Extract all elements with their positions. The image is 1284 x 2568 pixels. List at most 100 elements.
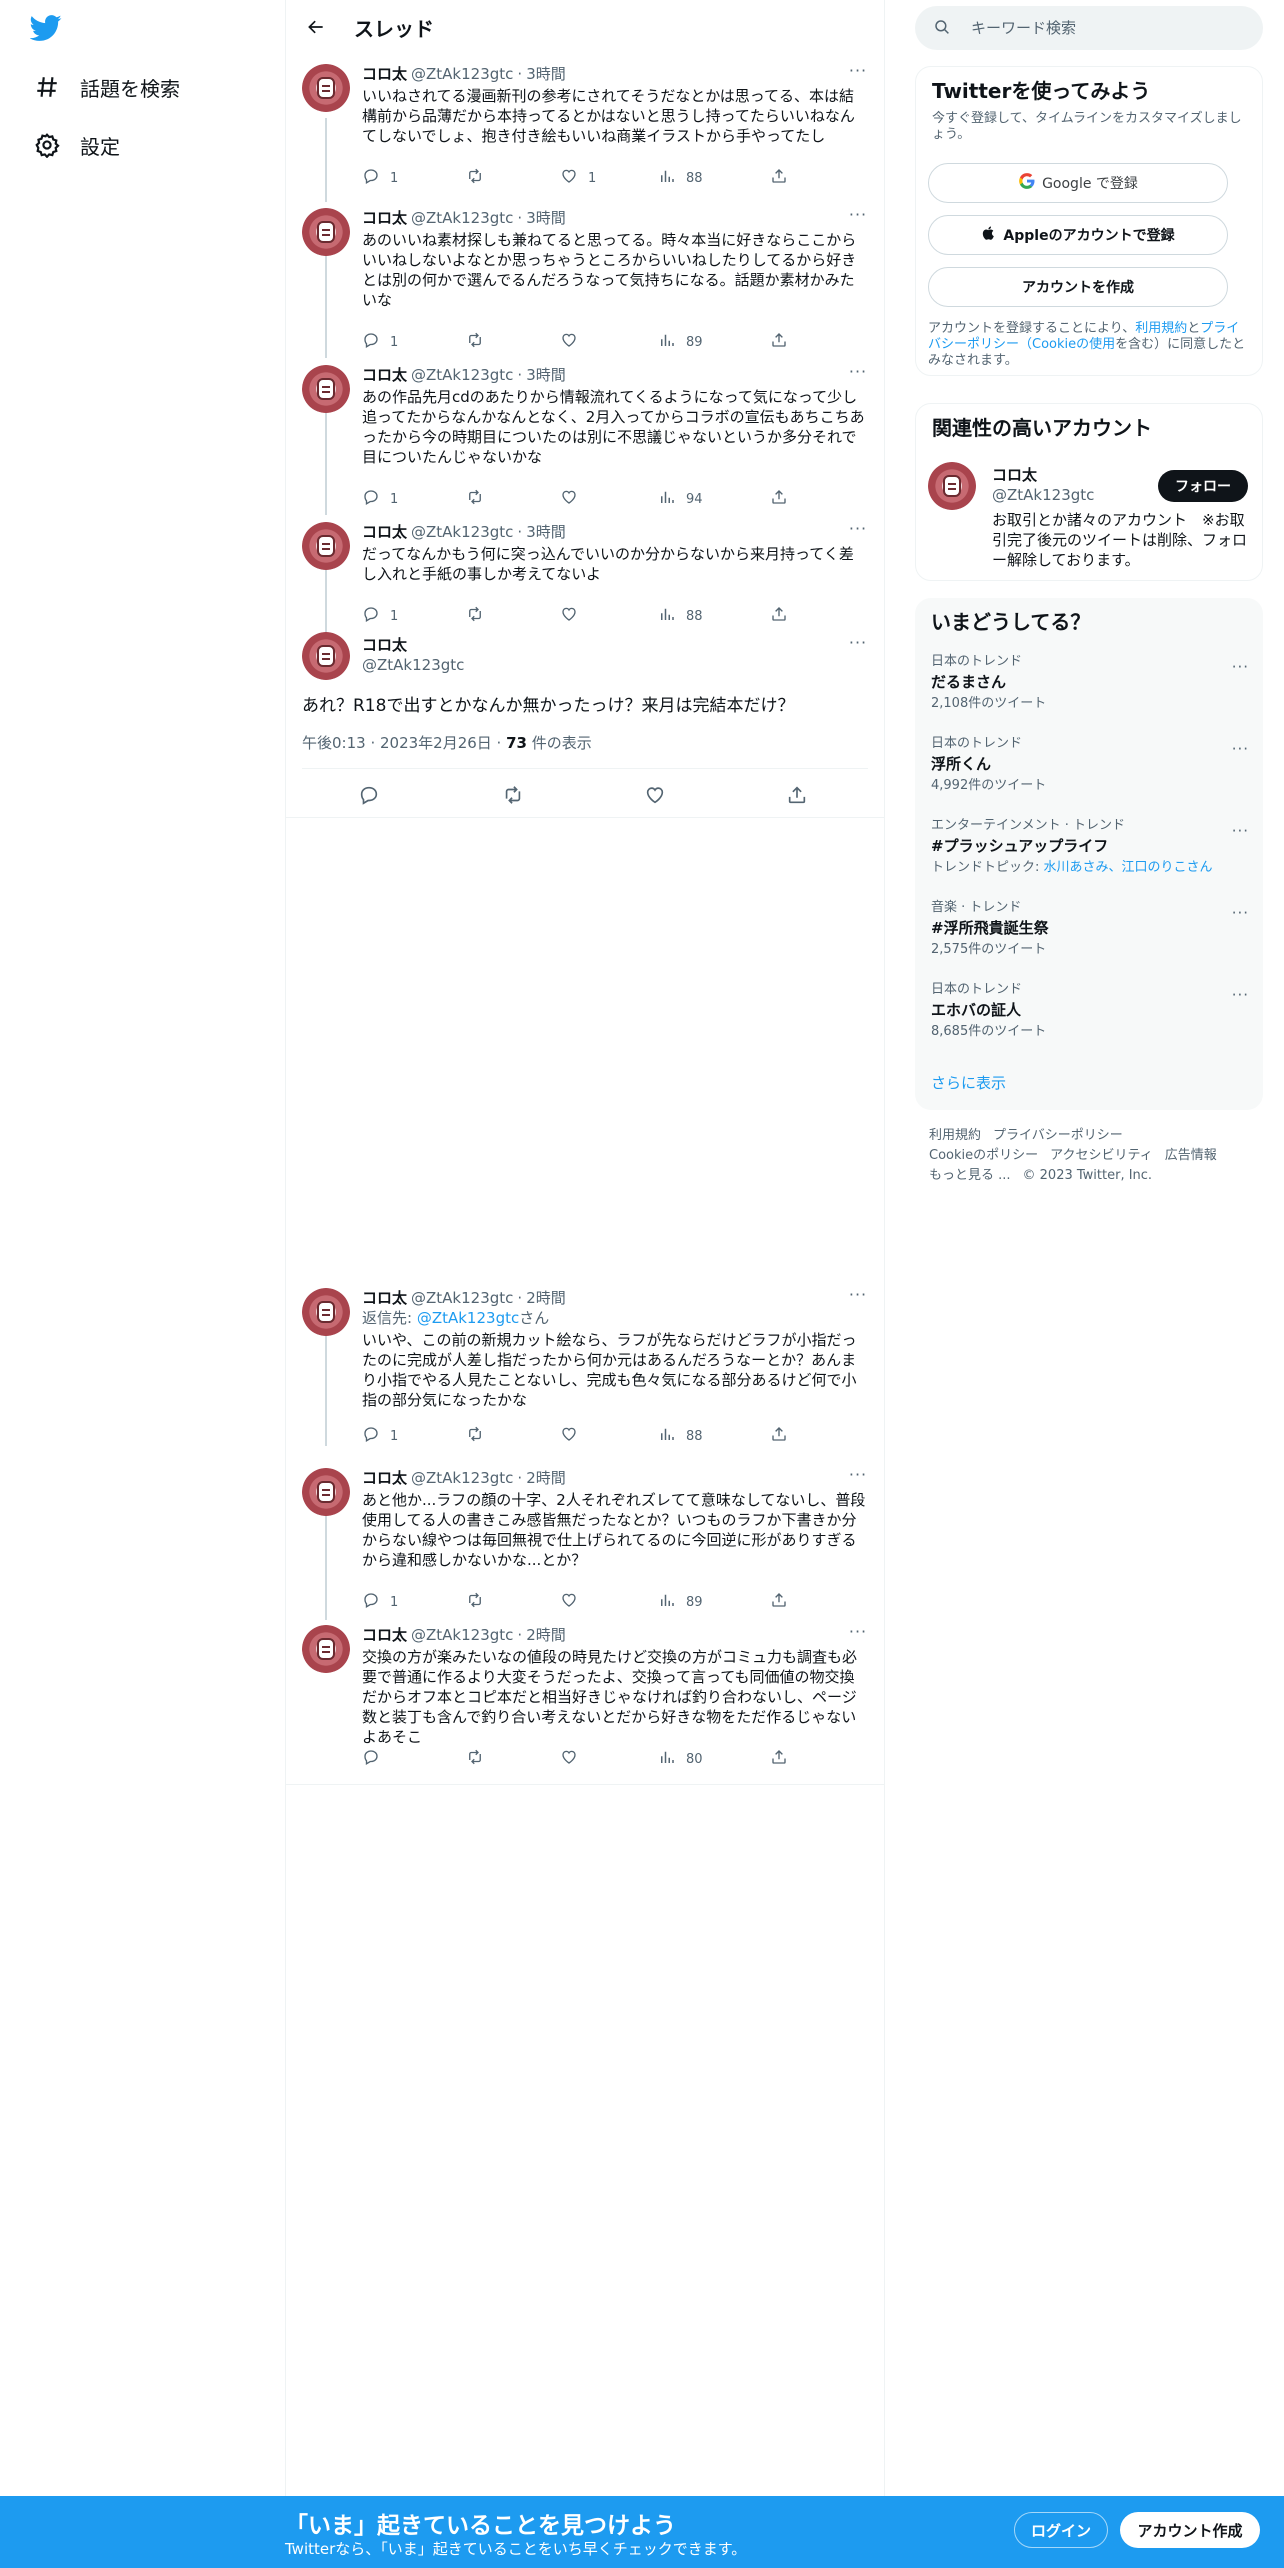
follow-button[interactable]: フォロー (1158, 470, 1248, 502)
share-button[interactable] (770, 489, 788, 509)
avatar[interactable] (302, 1625, 350, 1673)
more-icon[interactable]: ··· (848, 364, 868, 385)
author-name[interactable]: コロ太 (362, 634, 407, 655)
author-name[interactable]: コロ太 (362, 208, 407, 228)
author-handle[interactable]: @ZtAk123gtc (411, 1468, 513, 1488)
trend-topic-link[interactable]: 水川あさみ、江口のりこさん (1044, 860, 1213, 875)
more-icon[interactable]: ··· (848, 521, 868, 542)
search-input[interactable] (971, 19, 1231, 37)
tweet-time[interactable]: 2時間 (526, 1468, 566, 1488)
more-icon[interactable]: ··· (1232, 658, 1249, 676)
more-icon[interactable]: ··· (848, 1467, 868, 1488)
like-button[interactable]: 1 (560, 168, 596, 188)
share-button[interactable] (770, 1749, 788, 1769)
create-account-button[interactable]: アカウントを作成 (928, 267, 1228, 307)
retweet-icon[interactable] (502, 784, 526, 808)
retweet-button[interactable] (466, 1426, 494, 1446)
like-button[interactable] (560, 1592, 588, 1612)
author-name[interactable]: コロ太 (362, 522, 407, 542)
author-name[interactable]: コロ太 (362, 1468, 407, 1488)
retweet-button[interactable] (466, 1749, 494, 1769)
reply-button[interactable]: 1 (362, 1426, 398, 1446)
author-handle[interactable]: @ZtAk123gtc (411, 1288, 513, 1308)
footer-cookie-link[interactable]: Cookieのポリシー (929, 1148, 1038, 1163)
tweet-time[interactable]: 2時間 (526, 1288, 566, 1308)
heart-icon[interactable] (644, 784, 668, 808)
login-button[interactable]: ログイン (1014, 2512, 1108, 2548)
apple-signup-button[interactable]: Appleのアカウントで登録 (928, 215, 1228, 255)
reply-button[interactable]: 1 (362, 168, 398, 188)
back-button[interactable] (298, 9, 334, 45)
more-icon[interactable]: ··· (848, 63, 868, 84)
reply-icon[interactable] (358, 784, 382, 808)
views-button[interactable]: 94 (658, 489, 703, 509)
trend-item[interactable]: エンターテインメント · トレンド #プラッシュアップライフ トレンドトピック: 水… (931, 818, 1249, 900)
share-button[interactable] (770, 606, 788, 626)
reply-button[interactable] (362, 1749, 390, 1769)
search-box[interactable] (915, 6, 1263, 50)
share-icon[interactable] (786, 784, 810, 808)
avatar[interactable] (302, 1288, 350, 1336)
more-icon[interactable]: ··· (848, 635, 868, 656)
reply-button[interactable]: 1 (362, 1592, 398, 1612)
like-button[interactable] (560, 1749, 588, 1769)
avatar[interactable] (928, 462, 976, 510)
avatar[interactable] (302, 64, 350, 112)
more-icon[interactable]: ··· (848, 1287, 868, 1308)
google-signup-button[interactable]: Google で登録 (928, 163, 1228, 203)
share-button[interactable] (770, 332, 788, 352)
like-button[interactable] (560, 332, 588, 352)
retweet-button[interactable] (466, 606, 494, 626)
author-name[interactable]: コロ太 (362, 1288, 407, 1308)
timestamp[interactable]: 午後0:13 · 2023年2月26日 · (302, 734, 506, 752)
footer-terms-link[interactable]: 利用規約 (929, 1128, 981, 1143)
reply-button[interactable]: 1 (362, 332, 398, 352)
more-icon[interactable]: ··· (1232, 986, 1249, 1004)
trend-item[interactable]: 日本のトレンド エホバの証人 8,685件のツイート ··· (931, 982, 1249, 1064)
views-button[interactable]: 88 (658, 1426, 703, 1446)
footer-more-link[interactable]: もっと見る ... (929, 1168, 1011, 1183)
avatar[interactable] (302, 1468, 350, 1516)
tweet-time[interactable]: 3時間 (526, 208, 566, 228)
author-handle[interactable]: @ZtAk123gtc (362, 656, 464, 674)
like-button[interactable] (560, 489, 588, 509)
twitter-logo-icon[interactable] (29, 12, 66, 48)
more-icon[interactable]: ··· (1232, 740, 1249, 758)
views-button[interactable]: 80 (658, 1749, 703, 1769)
more-icon[interactable]: ··· (848, 207, 868, 228)
tweet-time[interactable]: 3時間 (526, 522, 566, 542)
footer-privacy-link[interactable]: プライバシーポリシー (993, 1128, 1123, 1143)
nav-settings[interactable]: 設定 (32, 120, 120, 170)
author-handle[interactable]: @ZtAk123gtc (411, 365, 513, 385)
signup-button[interactable]: アカウント作成 (1120, 2512, 1260, 2548)
retweet-button[interactable] (466, 332, 494, 352)
terms-link[interactable]: 利用規約 (1135, 321, 1187, 336)
trend-item[interactable]: 音楽 · トレンド #浮所飛貴誕生祭 2,575件のツイート ··· (931, 900, 1249, 982)
views-button[interactable]: 88 (658, 168, 703, 188)
footer-accessibility-link[interactable]: アクセシビリティ (1050, 1148, 1153, 1163)
footer-ads-link[interactable]: 広告情報 (1165, 1148, 1217, 1163)
show-more-link[interactable]: さらに表示 (931, 1072, 1006, 1093)
tweet-time[interactable]: 2時間 (526, 1625, 566, 1645)
author-name[interactable]: コロ太 (362, 365, 407, 385)
like-button[interactable] (560, 1426, 588, 1446)
related-name[interactable]: コロ太 (992, 464, 1037, 485)
retweet-button[interactable] (466, 168, 494, 188)
tweet-time[interactable]: 3時間 (526, 365, 566, 385)
author-name[interactable]: コロ太 (362, 64, 407, 84)
nav-explore[interactable]: 話題を検索 (32, 62, 180, 112)
avatar[interactable] (302, 365, 350, 413)
more-icon[interactable]: ··· (1232, 904, 1249, 922)
views-button[interactable]: 88 (658, 606, 703, 626)
more-icon[interactable]: ··· (848, 1624, 868, 1645)
share-button[interactable] (770, 168, 788, 188)
tweet-time[interactable]: 3時間 (526, 64, 566, 84)
related-handle[interactable]: @ZtAk123gtc (992, 486, 1094, 504)
reply-to-link[interactable]: @ZtAk123gtc (417, 1309, 519, 1327)
more-icon[interactable]: ··· (1232, 822, 1249, 840)
avatar[interactable] (302, 632, 350, 680)
author-handle[interactable]: @ZtAk123gtc (411, 64, 513, 84)
avatar[interactable] (302, 522, 350, 570)
reply-button[interactable]: 1 (362, 606, 398, 626)
views-button[interactable]: 89 (658, 332, 703, 352)
